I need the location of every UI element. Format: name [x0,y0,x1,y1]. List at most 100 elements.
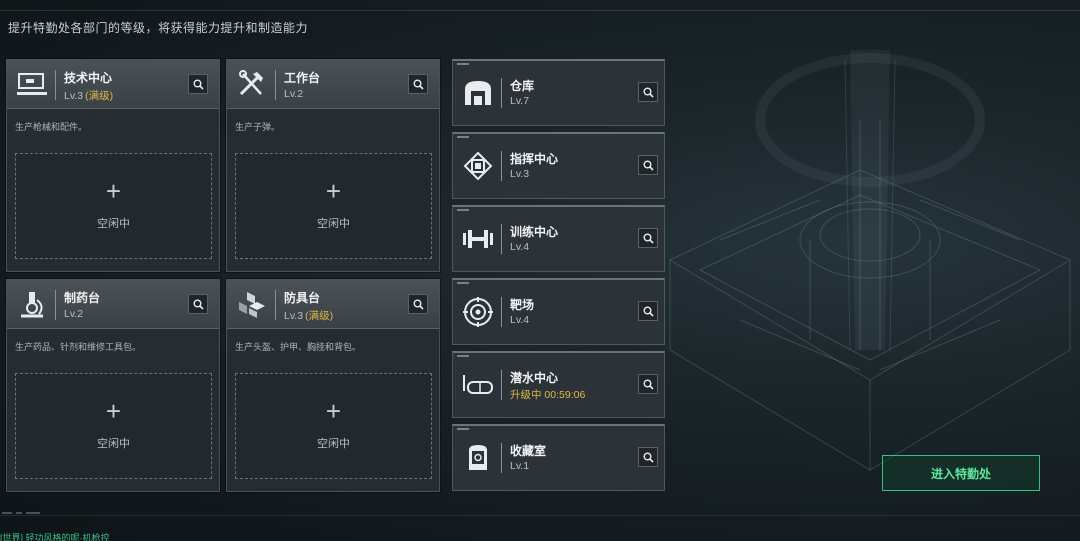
search-icon [413,299,424,310]
header-divider [275,70,276,100]
inspect-button[interactable] [408,294,428,314]
production-slot[interactable]: + 空闲中 [235,153,432,259]
top-divider [0,10,1080,11]
header-divider [55,70,56,100]
inspect-button[interactable] [408,74,428,94]
card-header: 技术中心 Lv.3 (满级) [7,60,219,109]
search-icon [643,160,654,171]
dept-card-command-center[interactable]: 指挥中心 Lv.3 [452,132,665,199]
armor-cubes-icon [239,292,265,318]
card-level: Lv.3 (满级) [64,90,114,102]
tools-icon [239,70,263,96]
card-tag [457,355,469,357]
microscope-icon [21,292,43,318]
slot-status: 空闲中 [317,438,350,450]
header-divider [501,78,502,108]
card-title: 技术中心 [64,71,113,85]
card-description: 生产药品、针剂和维修工具包。 [15,342,142,352]
inspect-button[interactable] [638,155,658,175]
inspect-button[interactable] [188,74,208,94]
card-tag [457,63,469,65]
card-level: Lv.4 [510,241,530,253]
card-header: 制药台 Lv.2 [7,280,219,329]
upgrade-timer: 升级中 00:59:06 [510,389,586,401]
footer-decor [2,512,40,514]
card-header: 工作台 Lv.2 [227,60,439,109]
card-title: 指挥中心 [510,152,559,166]
add-icon: + [325,396,342,426]
inspect-button[interactable] [188,294,208,314]
card-header: 防具台 Lv.3 (满级) [227,280,439,329]
dept-card-warehouse[interactable]: 仓库 Lv.7 [452,59,665,126]
card-tag [457,428,469,430]
card-level: Lv.2 [64,308,84,320]
search-icon [193,299,204,310]
card-title: 训练中心 [510,225,559,239]
card-title: 收藏室 [510,444,547,458]
search-icon [643,87,654,98]
slot-status: 空闲中 [97,218,130,230]
search-icon [643,233,654,244]
search-icon [643,379,654,390]
search-icon [643,452,654,463]
dept-card-collection-room[interactable]: 收藏室 Lv.1 [452,424,665,491]
card-title: 潜水中心 [510,371,559,385]
target-icon [463,297,493,327]
header-divider [501,151,502,181]
card-level: Lv.1 [510,460,530,472]
header-divider [501,224,502,254]
inspect-button[interactable] [638,228,658,248]
card-description: 生产子弹。 [235,122,281,132]
add-icon: + [325,176,342,206]
card-title: 工作台 [284,71,321,85]
production-slot[interactable]: + 空闲中 [15,373,212,479]
inspect-button[interactable] [638,374,658,394]
display-case-icon [469,445,487,470]
header-divider [501,370,502,400]
header-divider [501,297,502,327]
diving-mask-icon [463,375,493,394]
header-divider [501,443,502,473]
dept-card-training-center[interactable]: 训练中心 Lv.4 [452,205,665,272]
card-tag [457,136,469,138]
chat-ticker[interactable]: [世界] 轻功风格的呢·机枪控 [0,531,110,541]
production-slot[interactable]: + 空闲中 [15,153,212,259]
card-title: 制药台 [64,291,101,305]
inspect-button[interactable] [638,82,658,102]
card-level: Lv.3 (满级) [284,310,334,322]
card-title: 防具台 [284,291,321,305]
header-divider [55,290,56,320]
search-icon [193,79,204,90]
card-title: 仓库 [510,79,535,93]
page-hint: 提升特勤处各部门的等级，将获得能力提升和制造能力 [8,21,309,35]
card-level: Lv.7 [510,95,530,107]
search-icon [643,306,654,317]
production-slot[interactable]: + 空闲中 [235,373,432,479]
add-icon: + [105,176,122,206]
card-level: Lv.3 [510,168,530,180]
dept-card-workbench[interactable]: 工作台 Lv.2 生产子弹。 + 空闲中 [226,59,440,272]
dumbbell-icon [463,230,493,248]
base-blueprint-art [668,50,1072,471]
card-level: Lv.4 [510,314,530,326]
max-level-badge: (满级) [85,90,114,102]
add-icon: + [105,396,122,426]
inspect-button[interactable] [638,447,658,467]
dept-card-armor-bench[interactable]: 防具台 Lv.3 (满级) 生产头盔、护甲、胸挂和背包。 + 空闲中 [226,279,440,492]
warehouse-icon [465,81,491,105]
slot-status: 空闲中 [317,218,350,230]
dept-card-diving-center[interactable]: 潜水中心 升级中 00:59:06 [452,351,665,418]
header-divider [275,290,276,320]
search-icon [413,79,424,90]
inspect-button[interactable] [638,301,658,321]
enter-special-ops-button[interactable]: 进入特勤处 [882,455,1040,491]
card-tag [457,209,469,211]
slot-status: 空闲中 [97,438,130,450]
card-title: 靶场 [510,298,535,312]
chip-icon [463,151,493,181]
dept-card-pharmacy[interactable]: 制药台 Lv.2 生产药品、针剂和维修工具包。 + 空闲中 [6,279,220,492]
max-level-badge: (满级) [305,310,334,322]
dept-card-tech-center[interactable]: 技术中心 Lv.3 (满级) 生产枪械和配件。 + 空闲中 [6,59,220,272]
dept-card-shooting-range[interactable]: 靶场 Lv.4 [452,278,665,345]
card-description: 生产头盔、护甲、胸挂和背包。 [235,342,362,352]
